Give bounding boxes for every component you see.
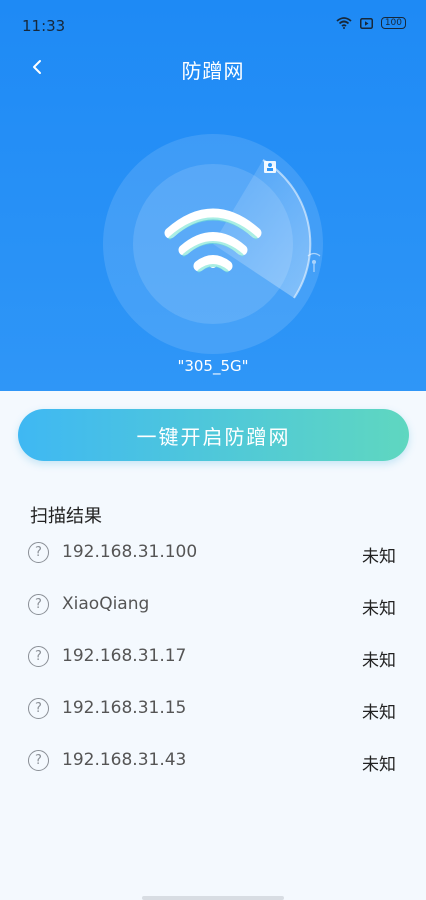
device-name: 192.168.31.17: [62, 646, 187, 666]
enable-protection-button[interactable]: 一键开启防蹭网: [18, 409, 409, 461]
device-status: 未知: [362, 651, 396, 671]
hero-panel: 11:33 100 防蹭网 "305_5G": [0, 0, 426, 391]
question-icon: ?: [28, 594, 49, 615]
scan-results-title: 扫描结果: [30, 506, 102, 527]
question-icon: ?: [28, 542, 49, 563]
list-item[interactable]: ? 192.168.31.15 未知: [0, 682, 426, 734]
device-status: 未知: [362, 755, 396, 775]
device-name: 192.168.31.100: [62, 542, 198, 562]
question-icon: ?: [28, 646, 49, 667]
page-title: 防蹭网: [181, 59, 245, 83]
network-ssid: "305_5G": [177, 357, 249, 375]
device-status: 未知: [362, 547, 396, 567]
device-name: XiaoQiang: [62, 594, 150, 614]
device-status: 未知: [362, 703, 396, 723]
scan-results-list: ? 192.168.31.100 未知 ? XiaoQiang 未知 ? 192…: [0, 526, 426, 786]
device-marker-icon: [264, 161, 276, 173]
home-indicator[interactable]: [142, 896, 284, 900]
status-icons: 100: [336, 17, 406, 29]
device-name: 192.168.31.15: [62, 698, 187, 718]
device-name: 192.168.31.43: [62, 750, 187, 770]
media-status-icon: [359, 17, 373, 29]
list-item[interactable]: ? 192.168.31.43 未知: [0, 734, 426, 786]
wifi-status-icon: [336, 17, 352, 29]
list-item[interactable]: ? 192.168.31.100 未知: [0, 526, 426, 578]
status-time: 11:33: [22, 17, 66, 35]
device-status: 未知: [362, 599, 396, 619]
question-icon: ?: [28, 750, 49, 771]
list-item[interactable]: ? 192.168.31.17 未知: [0, 630, 426, 682]
battery-icon: 100: [380, 17, 406, 29]
status-bar: 11:33 100: [0, 0, 426, 52]
list-item[interactable]: ? XiaoQiang 未知: [0, 578, 426, 630]
radar-scanner: [102, 133, 324, 355]
question-icon: ?: [28, 698, 49, 719]
